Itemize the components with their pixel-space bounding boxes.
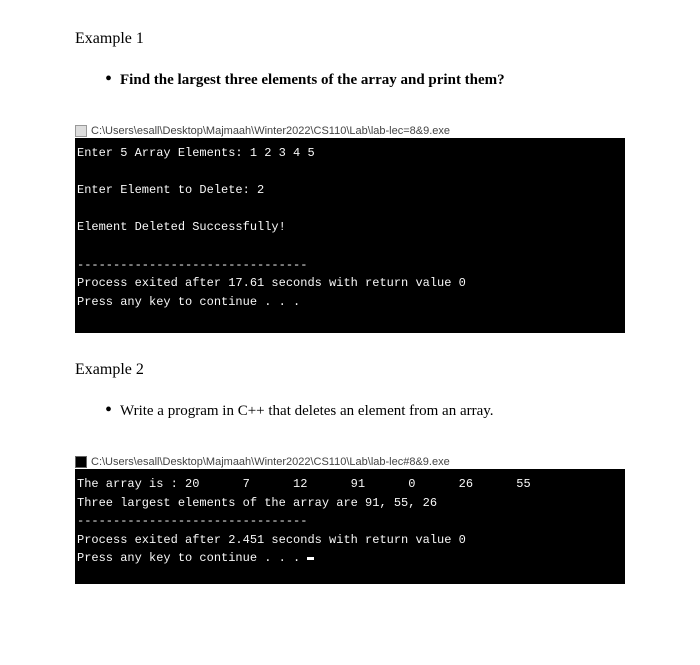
console-2-output: The array is : 20 7 12 91 0 26 55 Three … [75,469,625,584]
cursor-icon [307,557,314,560]
console-1-line-1: Enter 5 Array Elements: 1 2 3 4 5 [77,146,315,160]
console-1-line-4: Process exited after 17.61 seconds with … [77,276,466,290]
example-1-bullet-text: Find the largest three elements of the a… [120,72,505,89]
example-1-title: Example 1 [75,30,625,48]
console-1-line-5: Press any key to continue . . . [77,295,300,309]
console-1-line-2: Enter Element to Delete: 2 [77,183,264,197]
bullet-icon: • [105,403,112,417]
console-2-line-2: Three largest elements of the array are … [77,496,437,510]
example-2-bullet-text: Write a program in C++ that deletes an e… [120,403,494,420]
example-1-bullet: • Find the largest three elements of the… [105,72,625,89]
console-1-separator: -------------------------------- [77,258,307,272]
console-1-titlebar: C:\Users\esall\Desktop\Majmaah\Winter202… [75,125,625,137]
console-2-line-3: Process exited after 2.451 seconds with … [77,533,466,547]
console-1-line-3: Element Deleted Successfully! [77,220,286,234]
example-2-title: Example 2 [75,361,625,379]
console-2-line-1: The array is : 20 7 12 91 0 26 55 [77,477,531,491]
console-2-line-4: Press any key to continue . . . [77,551,307,565]
console-2-separator: -------------------------------- [77,514,307,528]
window-icon [75,456,87,468]
console-1-output: Enter 5 Array Elements: 1 2 3 4 5 Enter … [75,138,625,333]
console-2-path: C:\Users\esall\Desktop\Majmaah\Winter202… [91,456,450,468]
example-2-bullet: • Write a program in C++ that deletes an… [105,403,625,420]
bullet-icon: • [105,72,112,86]
window-icon [75,125,87,137]
console-1-path: C:\Users\esall\Desktop\Majmaah\Winter202… [91,125,450,137]
console-2-titlebar: C:\Users\esall\Desktop\Majmaah\Winter202… [75,456,625,468]
